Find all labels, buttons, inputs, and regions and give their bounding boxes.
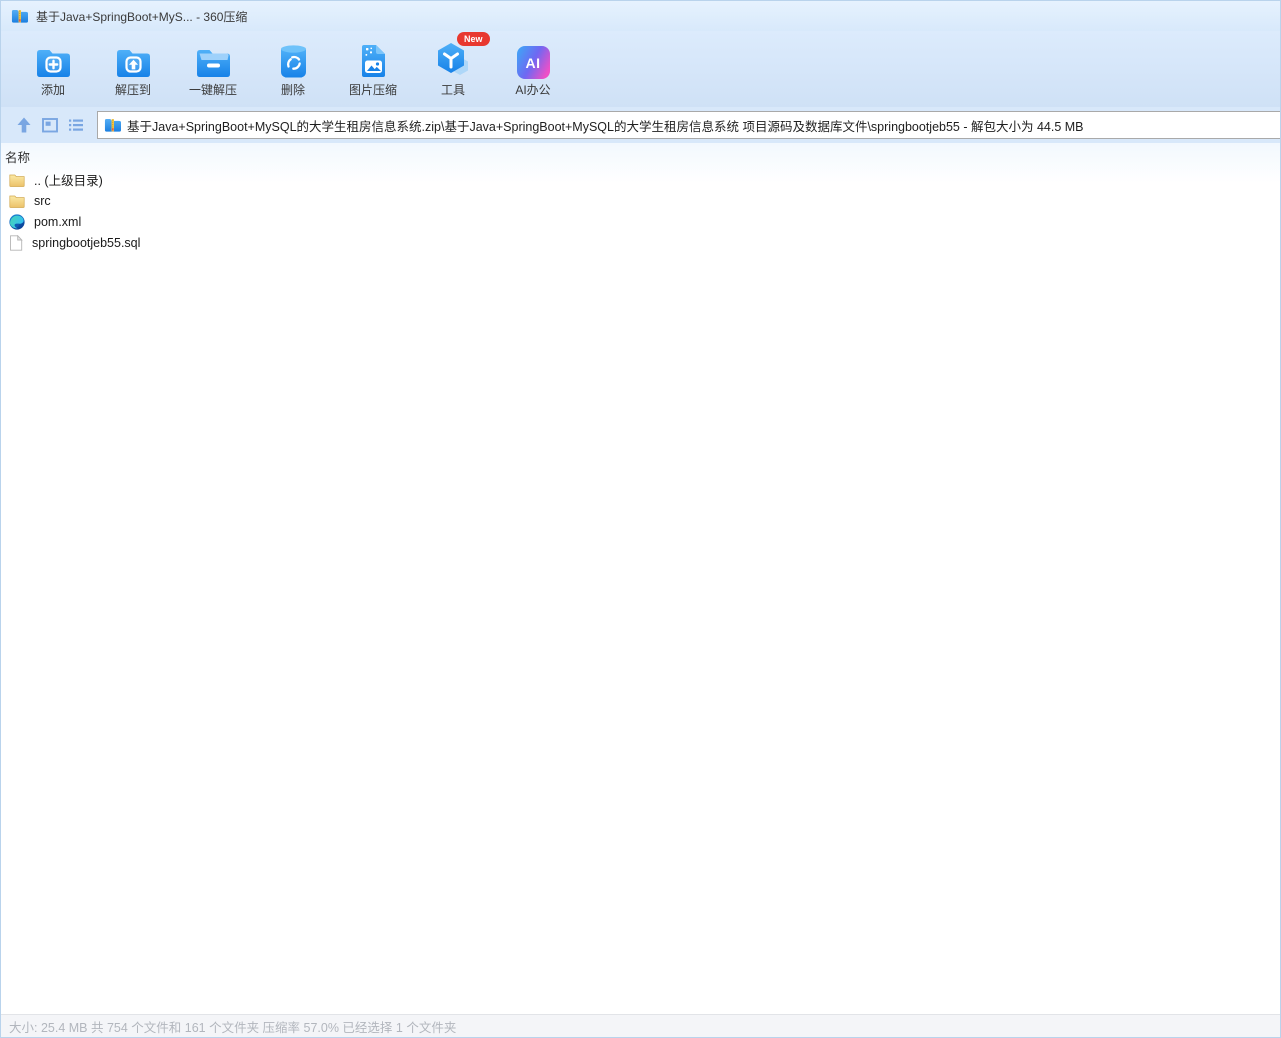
tools-cube-icon bbox=[433, 41, 473, 79]
status-text: 大小: 25.4 MB 共 754 个文件和 161 个文件夹 压缩率 57.0… bbox=[9, 1020, 457, 1035]
file-name: pom.xml bbox=[34, 214, 82, 229]
file-row-parent-dir[interactable]: .. (上级目录) bbox=[1, 169, 1280, 190]
view-pane-icon bbox=[40, 115, 60, 135]
ai-office-label: AI办公 bbox=[515, 83, 551, 97]
view-pane-button[interactable] bbox=[37, 112, 63, 138]
image-compress-button[interactable]: 图片压缩 bbox=[333, 31, 413, 107]
360zip-window: 基于Java+SpringBoot+MyS... - 360压缩 添加 解压到 … bbox=[0, 0, 1281, 1038]
zip-archive-icon bbox=[11, 8, 28, 24]
go-up-button[interactable] bbox=[11, 112, 37, 138]
extract-to-label: 解压到 bbox=[114, 83, 151, 97]
file-name: .. (上级目录) bbox=[34, 174, 103, 188]
titlebar: 基于Java+SpringBoot+MyS... - 360压缩 bbox=[1, 1, 1280, 31]
add-folder-icon bbox=[35, 41, 72, 79]
delete-label: 删除 bbox=[280, 83, 305, 97]
extract-to-button[interactable]: 解压到 bbox=[93, 31, 173, 107]
one-click-extract-button[interactable]: 一键解压 bbox=[173, 31, 253, 107]
sql-file-icon bbox=[9, 234, 23, 251]
ai-office-button[interactable]: AI AI办公 bbox=[493, 31, 573, 107]
add-label: 添加 bbox=[40, 83, 65, 97]
file-row-pom[interactable]: pom.xml bbox=[1, 211, 1280, 232]
delete-trash-icon bbox=[278, 41, 309, 79]
zip-archive-icon-small bbox=[104, 117, 121, 133]
file-list-area: 名称 .. (上级目录) src pom.xml springbootjeb55… bbox=[1, 143, 1280, 1014]
address-bar-row: 基于Java+SpringBoot+MySQL的大学生租房信息系统.zip\基于… bbox=[1, 107, 1280, 143]
list-view-button[interactable] bbox=[63, 112, 89, 138]
list-view-icon bbox=[66, 115, 86, 135]
folder-icon bbox=[9, 173, 25, 187]
status-bar: 大小: 25.4 MB 共 754 个文件和 161 个文件夹 压缩率 57.0… bbox=[1, 1014, 1280, 1037]
file-name: springbootjeb55.sql bbox=[32, 235, 141, 250]
add-button[interactable]: 添加 bbox=[13, 31, 93, 107]
up-arrow-icon bbox=[14, 115, 34, 135]
tools-label: 工具 bbox=[440, 83, 465, 97]
extract-to-icon bbox=[115, 41, 152, 79]
tools-button[interactable]: New 工具 bbox=[413, 31, 493, 107]
toolbar: 添加 解压到 一键解压 删除 图片压缩 New 工具 AI AI办公 bbox=[1, 31, 1280, 107]
address-input[interactable]: 基于Java+SpringBoot+MySQL的大学生租房信息系统.zip\基于… bbox=[97, 111, 1280, 139]
ai-tile-text: AI bbox=[516, 46, 550, 79]
one-click-extract-icon bbox=[195, 41, 232, 79]
delete-button[interactable]: 删除 bbox=[253, 31, 333, 107]
new-badge: New bbox=[457, 32, 490, 46]
edge-browser-icon bbox=[9, 213, 25, 230]
window-title: 基于Java+SpringBoot+MyS... - 360压缩 bbox=[36, 9, 248, 24]
image-compress-label: 图片压缩 bbox=[348, 83, 397, 97]
folder-icon bbox=[9, 194, 25, 208]
archive-path: 基于Java+SpringBoot+MySQL的大学生租房信息系统.zip\基于… bbox=[127, 119, 1084, 134]
ai-office-icon: AI bbox=[516, 41, 550, 79]
file-row-sql[interactable]: springbootjeb55.sql bbox=[1, 232, 1280, 253]
one-click-extract-label: 一键解压 bbox=[188, 83, 237, 97]
file-row-src[interactable]: src bbox=[1, 190, 1280, 211]
file-name: src bbox=[34, 193, 51, 208]
image-compress-icon bbox=[358, 41, 389, 79]
column-header-name[interactable]: 名称 bbox=[1, 143, 1280, 169]
